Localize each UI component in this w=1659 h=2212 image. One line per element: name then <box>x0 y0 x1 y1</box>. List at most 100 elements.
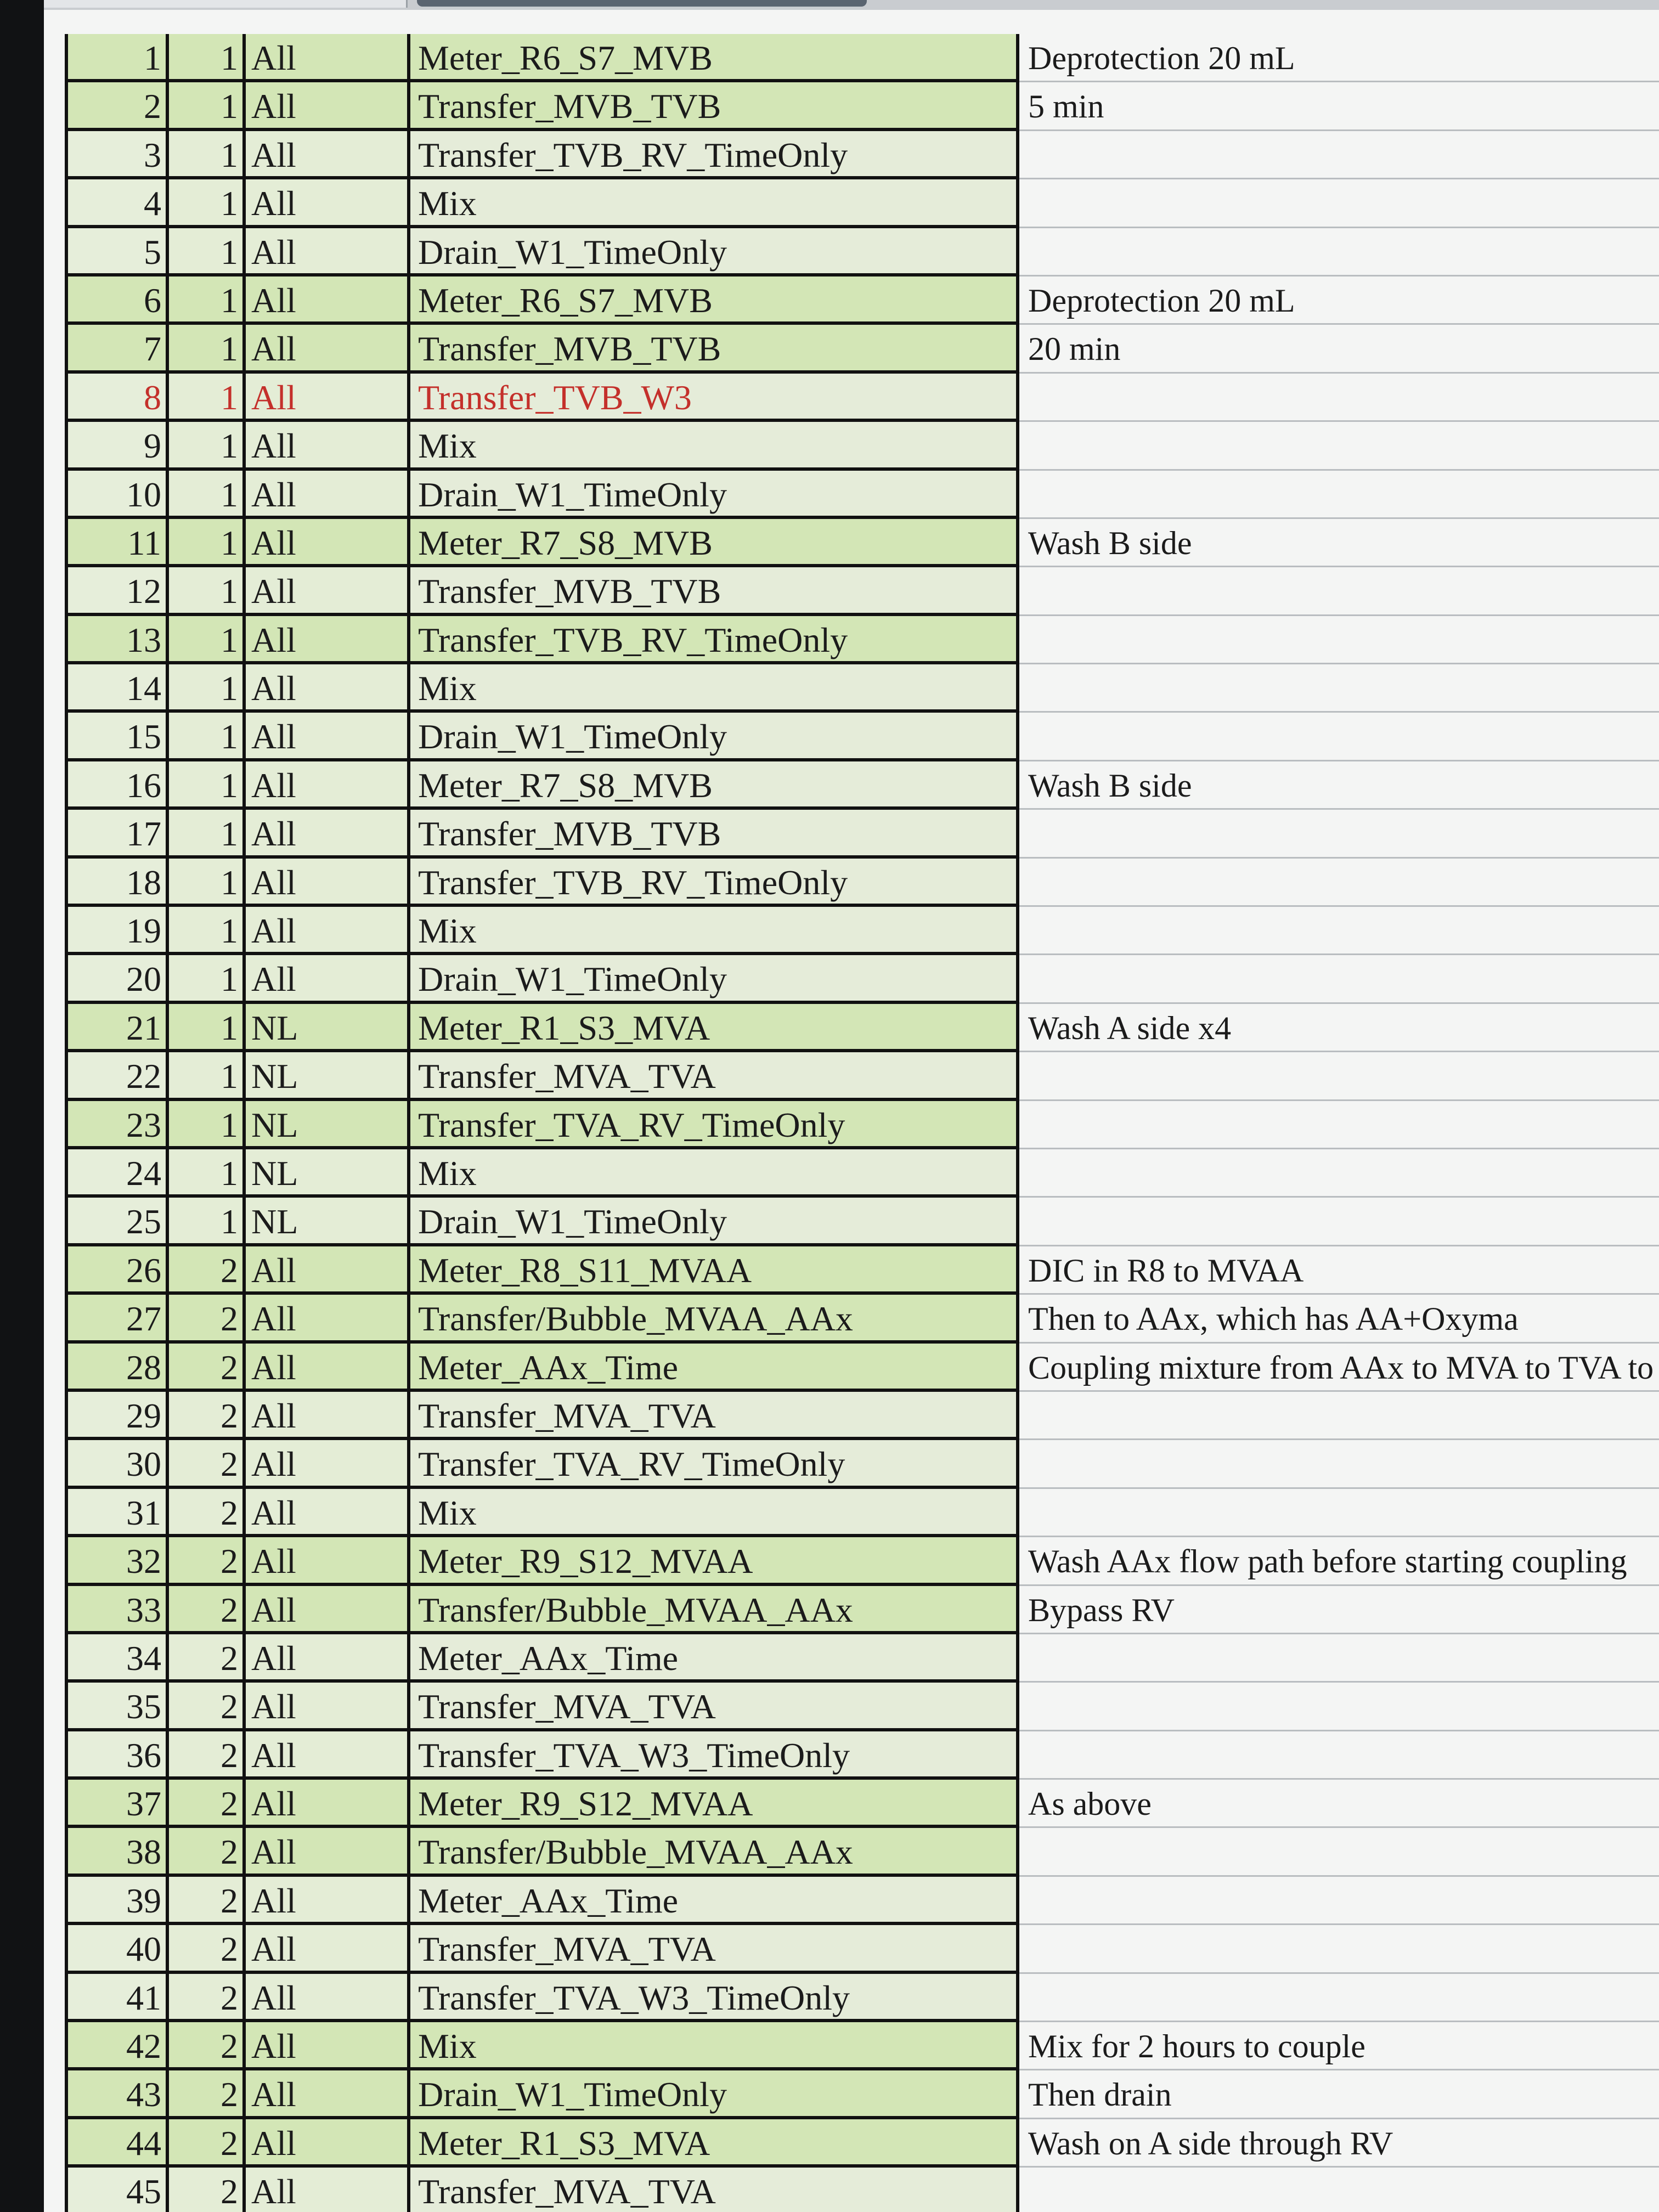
row-number-cell[interactable]: 18 <box>65 858 169 907</box>
command-cell[interactable]: Transfer/Bubble_MVAA_AAx <box>410 1295 1019 1344</box>
table-row[interactable]: 19 1 All Mix <box>65 907 1659 956</box>
note-cell[interactable]: Wash AAx flow path before starting coupl… <box>1019 1537 1659 1586</box>
table-row[interactable]: 8 1 All Transfer_TVB_W3 <box>65 373 1659 422</box>
command-cell[interactable]: Transfer_MVB_TVB <box>410 810 1019 859</box>
group-cell[interactable]: All <box>246 955 410 1004</box>
row-number-cell[interactable]: 1 <box>65 34 169 83</box>
table-row[interactable]: 32 2 All Meter_R9_S12_MVAA Wash AAx flow pat… <box>65 1537 1659 1586</box>
row-number-cell[interactable]: 8 <box>65 373 169 422</box>
command-cell[interactable]: Transfer_TVA_W3_TimeOnly <box>410 1731 1019 1780</box>
row-number-cell[interactable]: 36 <box>65 1731 169 1780</box>
command-cell[interactable]: Drain_W1_TimeOnly <box>410 470 1019 519</box>
cycle-cell[interactable]: 1 <box>169 1101 246 1149</box>
note-cell[interactable] <box>1019 470 1659 519</box>
group-cell[interactable]: All <box>246 1391 410 1441</box>
cycle-cell[interactable]: 2 <box>169 1440 246 1489</box>
group-cell[interactable]: All <box>246 1295 410 1344</box>
cycle-cell[interactable]: 2 <box>169 1731 246 1780</box>
cycle-cell[interactable]: 1 <box>169 1052 246 1101</box>
note-cell[interactable]: Then drain <box>1019 2070 1659 2119</box>
group-cell[interactable]: NL <box>246 1052 410 1101</box>
note-cell[interactable] <box>1019 1876 1659 1926</box>
group-cell[interactable]: All <box>246 2022 410 2071</box>
group-cell[interactable]: All <box>246 664 410 713</box>
group-cell[interactable]: All <box>246 1343 410 1392</box>
note-cell[interactable] <box>1019 1149 1659 1198</box>
cycle-cell[interactable]: 2 <box>169 1634 246 1683</box>
table-row[interactable]: 45 2 All Transfer_MVA_TVA <box>65 2168 1659 2212</box>
note-cell[interactable] <box>1019 422 1659 471</box>
cycle-cell[interactable]: 1 <box>169 810 246 859</box>
row-number-cell[interactable]: 42 <box>65 2022 169 2071</box>
cycle-cell[interactable]: 2 <box>169 2070 246 2119</box>
cycle-cell[interactable]: 2 <box>169 1925 246 1974</box>
row-number-cell[interactable]: 25 <box>65 1198 169 1246</box>
cycle-cell[interactable]: 1 <box>169 567 246 616</box>
note-cell[interactable]: Wash B side <box>1019 761 1659 810</box>
row-number-cell[interactable]: 4 <box>65 179 169 228</box>
command-cell[interactable]: Meter_R1_S3_MVA <box>410 1003 1019 1053</box>
row-number-cell[interactable]: 20 <box>65 955 169 1004</box>
table-row[interactable]: 13 1 All Transfer_TVB_RV_TimeOnly <box>65 616 1659 665</box>
cycle-cell[interactable]: 1 <box>169 373 246 422</box>
command-cell[interactable]: Transfer/Bubble_MVAA_AAx <box>410 1828 1019 1877</box>
command-cell[interactable]: Transfer_MVA_TVA <box>410 1391 1019 1441</box>
row-number-cell[interactable]: 39 <box>65 1876 169 1926</box>
cycle-cell[interactable]: 2 <box>169 2168 246 2212</box>
table-row[interactable]: 11 1 All Meter_R7_S8_MVB Wash B side <box>65 518 1659 568</box>
table-row[interactable]: 43 2 All Drain_W1_TimeOnly Then drain <box>65 2070 1659 2119</box>
table-row[interactable]: 5 1 All Drain_W1_TimeOnly <box>65 228 1659 276</box>
table-row[interactable]: 21 1 NL Meter_R1_S3_MVA Wash A side x4 <box>65 1003 1659 1053</box>
command-cell[interactable]: Meter_R6_S7_MVB <box>410 276 1019 325</box>
command-cell[interactable]: Mix <box>410 1488 1019 1538</box>
note-cell[interactable] <box>1019 228 1659 276</box>
cycle-cell[interactable]: 1 <box>169 325 246 374</box>
table-row[interactable]: 7 1 All Transfer_MVB_TVB 20 min <box>65 325 1659 374</box>
cycle-cell[interactable]: 2 <box>169 1537 246 1586</box>
command-cell[interactable]: Transfer_MVA_TVA <box>410 1925 1019 1974</box>
table-row[interactable]: 34 2 All Meter_AAx_Time <box>65 1634 1659 1683</box>
note-cell[interactable]: Deprotection 20 mL <box>1019 34 1659 83</box>
cycle-cell[interactable]: 1 <box>169 1003 246 1053</box>
group-cell[interactable]: All <box>246 1585 410 1634</box>
command-cell[interactable]: Meter_R9_S12_MVAA <box>410 1537 1019 1586</box>
cycle-cell[interactable]: 1 <box>169 1198 246 1246</box>
note-cell[interactable]: Wash on A side through RV <box>1019 2119 1659 2168</box>
note-cell[interactable] <box>1019 1440 1659 1489</box>
cycle-cell[interactable]: 1 <box>169 82 246 131</box>
group-cell[interactable]: All <box>246 518 410 568</box>
command-cell[interactable]: Transfer_MVA_TVA <box>410 1052 1019 1101</box>
command-cell[interactable]: Mix <box>410 1149 1019 1198</box>
row-number-cell[interactable]: 28 <box>65 1343 169 1392</box>
note-cell[interactable] <box>1019 1731 1659 1780</box>
group-cell[interactable]: All <box>246 761 410 810</box>
table-row[interactable]: 17 1 All Transfer_MVB_TVB <box>65 810 1659 859</box>
note-cell[interactable] <box>1019 2168 1659 2212</box>
sheet-tab-left[interactable] <box>44 0 408 8</box>
group-cell[interactable]: All <box>246 470 410 519</box>
command-cell[interactable]: Mix <box>410 907 1019 956</box>
note-cell[interactable]: Coupling mixture from AAx to MVA to TVA … <box>1019 1343 1659 1392</box>
table-row[interactable]: 44 2 All Meter_R1_S3_MVA Wash on A side thro… <box>65 2119 1659 2168</box>
cycle-cell[interactable]: 1 <box>169 518 246 568</box>
cycle-cell[interactable]: 2 <box>169 1828 246 1877</box>
cycle-cell[interactable]: 2 <box>169 1488 246 1538</box>
row-number-cell[interactable]: 21 <box>65 1003 169 1053</box>
note-cell[interactable]: DIC in R8 to MVAA <box>1019 1246 1659 1295</box>
table-row[interactable]: 31 2 All Mix <box>65 1488 1659 1538</box>
cycle-cell[interactable]: 2 <box>169 1973 246 2023</box>
row-number-cell[interactable]: 12 <box>65 567 169 616</box>
group-cell[interactable]: NL <box>246 1198 410 1246</box>
command-cell[interactable]: Mix <box>410 664 1019 713</box>
cycle-cell[interactable]: 1 <box>169 907 246 956</box>
group-cell[interactable]: All <box>246 1488 410 1538</box>
table-row[interactable]: 14 1 All Mix <box>65 664 1659 713</box>
row-number-cell[interactable]: 33 <box>65 1585 169 1634</box>
group-cell[interactable]: All <box>246 422 410 471</box>
row-number-cell[interactable]: 45 <box>65 2168 169 2212</box>
cycle-cell[interactable]: 2 <box>169 1585 246 1634</box>
cycle-cell[interactable]: 1 <box>169 34 246 83</box>
cycle-cell[interactable]: 1 <box>169 1149 246 1198</box>
command-cell[interactable]: Transfer_TVA_RV_TimeOnly <box>410 1440 1019 1489</box>
table-row[interactable]: 42 2 All Mix Mix for 2 hours to couple <box>65 2022 1659 2071</box>
